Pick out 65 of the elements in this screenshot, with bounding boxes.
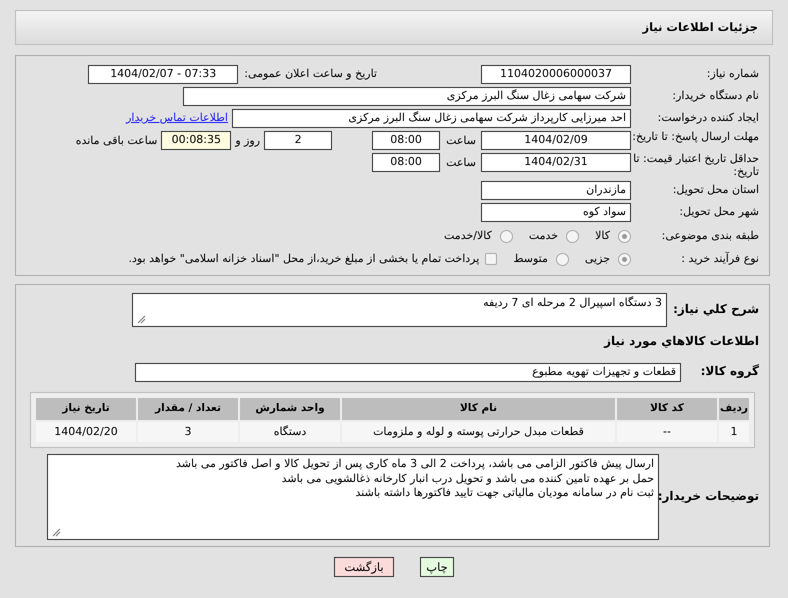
date-field[interactable]: 1404/02/31 [481,153,631,172]
field-label: تاریخ و ساعت اعلان عمومی: [244,66,377,82]
city-field[interactable]: سواد کوه [481,202,631,222]
resize-grip-icon[interactable] [137,315,146,324]
radio-label: کالا/خدمت [444,228,492,244]
field-label: توضیحات خریدار: [659,490,760,504]
date-field[interactable]: 1404/02/09 [481,131,631,150]
field-label: نوع فرآیند خرید : [680,252,760,266]
print-button[interactable]: چاپ [420,557,454,578]
field-label: مهلت ارسال پاسخ: تا تاریخ: [631,131,760,144]
field-label: نام دستگاه خریدار: [671,90,760,102]
table-cell: -- [617,422,717,442]
table-cell: قطعات مبدل حرارتی پوسته و لوله و ملزومات [342,422,615,442]
countdown-field[interactable]: 00:08:35 [161,131,232,150]
province-field[interactable]: مازندران [481,180,631,200]
description-field[interactable]: 3 دستگاه اسپیرال 2 مرحله ای 7 ردیفه [132,293,667,328]
column-header: واحد شمارش [240,398,340,420]
days-field[interactable]: 2 [264,131,332,150]
checkbox[interactable] [485,253,498,266]
table-cell: 3 [138,422,238,442]
notes-field[interactable] [47,454,659,540]
field-label: شماره نیاز: [706,68,760,80]
table-cell: 1404/02/20 [36,422,136,442]
radio-button[interactable] [618,230,631,243]
field-label: شهر محل تحویل: [678,206,760,219]
field-label: استان محل تحویل: [672,184,760,197]
field-label: شرح كلي نياز: [672,303,760,318]
column-header: نام کالا [342,398,615,420]
buyer-field[interactable]: شرکت سهامی زغال سنگ البرز مرکزی [183,86,631,106]
time-field[interactable]: 08:00 [372,131,440,150]
column-header: کد کالا [617,398,717,420]
date-time-field[interactable]: 1404/02/07 - 07:33 [88,64,238,84]
radio-label: خدمت [528,228,558,244]
page-title: جزئیات اطلاعات نیاز [642,18,758,36]
radio-button[interactable] [500,230,513,243]
resize-grip-icon[interactable] [52,528,61,538]
radio-label: جزیی [584,251,610,268]
remaining-label: ساعت باقی مانده [76,133,158,149]
radio-button[interactable] [618,252,631,266]
back-button[interactable]: بازگشت [334,557,394,578]
radio-button[interactable] [556,252,569,266]
need-number-field[interactable]: 1104020006000037 [481,64,631,84]
column-header: تعداد / مقدار [138,398,238,420]
checkbox-label: پرداخت تمام یا بخشی از مبلغ خرید،از محل "اسناد خزانه اسلامی" خواهد بود. [128,251,480,268]
field-label: ایجاد کننده درخواست: [656,112,760,124]
field-label: حداقل تاریخ اعتبار قیمت: تا تاریخ: [632,153,760,178]
description-text: 3 دستگاه اسپیرال 2 مرحله ای 7 ردیفه [483,296,662,312]
table-cell: 1 [719,422,749,442]
contact-link[interactable]: اطلاعات تماس خریدار [126,110,228,126]
column-header: ردیف [719,398,749,420]
time-label: ساعت [446,155,476,171]
notes-text: ارسال پیش فاکتور الزامی می باشد، پرداخت 2 الی 3 ماه کاری پس از تحویل کالا و اصل فاکتور می باشد حمل بر عهده تامین کننده می باشد و تحویل درب انبار کارخانه ذغالشویی می باشد ثبت نام در سامانه مودیان مالیاتی جهت تایید فاکتورها داشته باشند [176,457,654,501]
requester-field[interactable]: احد میرزایی کارپرداز شرکت سهامی زغال سنگ البرز مرکزی [232,108,631,128]
time-label: ساعت [446,133,476,149]
radio-label: کالا [595,228,610,244]
radio-button[interactable] [566,230,580,243]
goods-group-field[interactable]: قطعات و تجهیزات تهویه مطبوع [135,362,681,382]
field-label: گروه کالا: [700,365,760,380]
field-label: طبقه بندی موضوعی: [660,230,760,243]
section-heading: اطلاعات كالاهاي مورد نياز [602,333,760,350]
time-field[interactable]: 08:00 [372,153,440,172]
column-header: تاریخ نیاز [36,398,136,420]
radio-label: متوسط [513,251,548,268]
table-cell: دستگاه [240,422,340,442]
days-label: روز و [235,133,260,149]
